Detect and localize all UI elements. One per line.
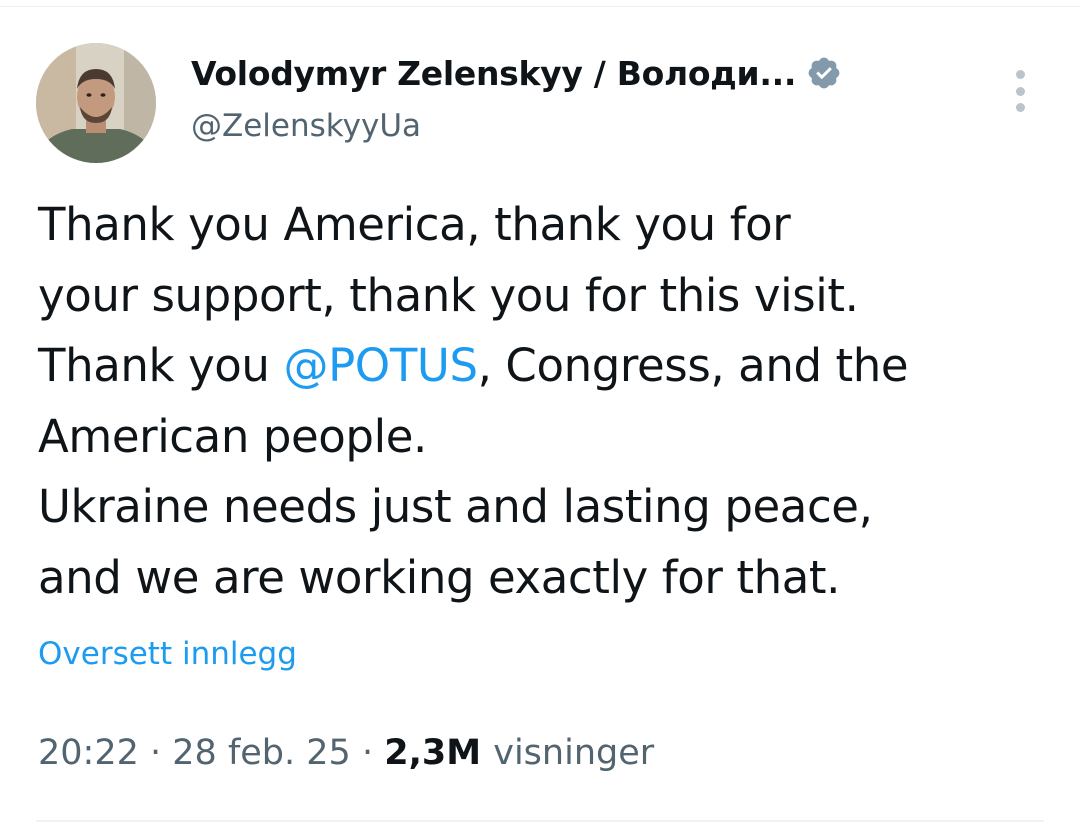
tweet-text: Thank you America, thank you for your sup…	[38, 190, 1048, 613]
bottom-divider	[36, 820, 1044, 822]
tweet-date[interactable]: 28 feb. 25	[172, 733, 351, 773]
more-dot	[1015, 86, 1025, 96]
tweet-text-segment: Thank you	[38, 339, 284, 392]
top-divider	[0, 6, 1080, 7]
tweet-text-line: Ukraine needs just and lasting peace,	[38, 472, 1048, 543]
more-dot	[1015, 103, 1025, 112]
views-label[interactable]: visninger	[493, 733, 654, 773]
more-options-button[interactable]	[1002, 66, 1038, 116]
tweet-time[interactable]: 20:22	[38, 733, 139, 773]
author-name-row[interactable]: Volodymyr Zelenskyy / Володи...	[191, 50, 842, 96]
tweet-text-segment: and we are working exactly for that.	[38, 550, 841, 604]
author-display-name[interactable]: Volodymyr Zelenskyy / Володи...	[191, 54, 796, 93]
tweet-text-segment: your support, thank you for this visit.	[38, 268, 859, 322]
tweet-text-line: American people.	[38, 402, 1048, 473]
tweet-text-segment: Thank you America, thank you for	[38, 198, 791, 251]
avatar[interactable]	[36, 43, 156, 163]
avatar-image	[36, 43, 156, 163]
verified-badge-icon[interactable]	[806, 55, 842, 91]
tweet-text-segment: Ukraine needs just and lasting peace,	[38, 480, 873, 533]
meta-separator: ·	[361, 733, 385, 773]
more-dot	[1015, 70, 1025, 79]
tweet-text-line: your support, thank you for this visit.	[38, 261, 1048, 332]
tweet-meta: 20:22 · 28 feb. 25 · 2,3M visninger	[38, 733, 654, 773]
mention-link[interactable]: @POTUS	[283, 339, 478, 392]
tweet-text-line: and we are working exactly for that.	[38, 543, 1048, 614]
tweet-text-line: Thank you America, thank you for	[38, 190, 1048, 261]
meta-separator: ·	[150, 733, 173, 773]
tweet-text-segment: , Congress, and the	[477, 339, 909, 392]
translate-post-link[interactable]: Oversett innlegg	[38, 636, 297, 672]
tweet-text-segment: American people.	[38, 409, 427, 463]
author-handle[interactable]: @ZelenskyyUa	[191, 108, 421, 144]
views-count[interactable]: 2,3M	[384, 733, 493, 773]
tweet-text-line: Thank you @POTUS, Congress, and the	[38, 331, 1048, 402]
